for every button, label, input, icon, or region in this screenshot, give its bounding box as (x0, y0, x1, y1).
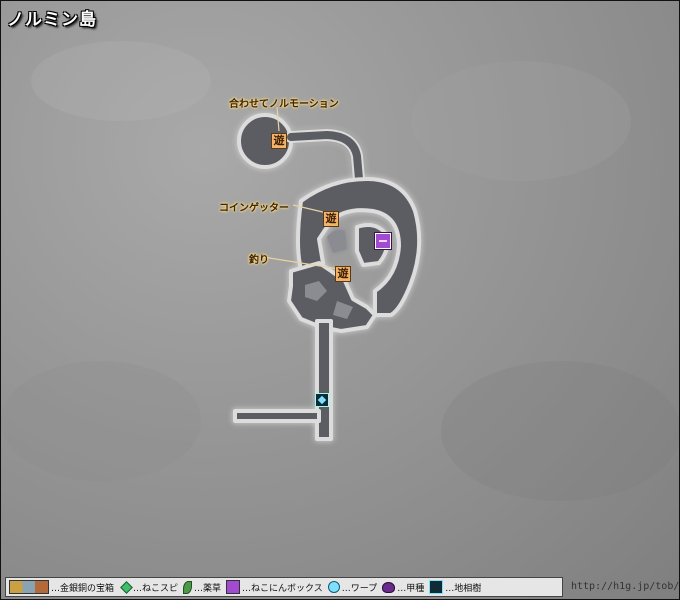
herb-leaf-icon (183, 580, 193, 594)
nekonin-box-icon[interactable] (375, 233, 391, 249)
legend-label-nekospi: …ねこスピ (133, 583, 179, 594)
site-url: http://h1g.jp/tob/ (571, 581, 680, 592)
beetle-icon (382, 581, 396, 593)
callout-fishing: 釣り (249, 255, 269, 266)
legend-label-earth-tree: …地相樹 (445, 583, 482, 594)
legend-bar: …金銀銅の宝箱 …ねこスピ …薬草 …ねこにんボックス …ワープ …甲種 …地相… (5, 577, 563, 597)
legend-label-warp: …ワープ (341, 583, 378, 594)
dungeon-map (1, 41, 679, 501)
purple-box-icon (226, 580, 241, 594)
earth-tree-icon[interactable] (315, 393, 329, 407)
legend-label-beetle: …甲種 (397, 583, 425, 594)
west-branch (233, 409, 321, 423)
play-marker-coin-getter[interactable]: 遊 (323, 211, 339, 227)
map-title: ノルミン島 (7, 10, 97, 30)
callout-coin-getter: コインゲッター (219, 203, 289, 214)
treasure-chests-icon (9, 580, 49, 594)
legend-label-chests: …金銀銅の宝箱 (51, 583, 115, 594)
legend-label-nekonin-box: …ねこにんボックス (242, 583, 323, 594)
callout-norumin-motion: 合わせてノルモーション (229, 99, 339, 110)
earth-tree-legend-icon (429, 580, 444, 594)
warp-circle-icon (327, 581, 340, 593)
green-diamond-icon (120, 580, 133, 594)
play-marker-norumin-motion[interactable]: 遊 (271, 133, 287, 149)
play-marker-fishing[interactable]: 遊 (335, 266, 351, 282)
floor-layout (233, 113, 422, 441)
map-frame: ノルミン島 合わせてノルモーション 遊 コインゲッター 遊 釣り 遊 …金銀銅の… (0, 0, 680, 600)
legend-label-herb: …薬草 (194, 583, 222, 594)
